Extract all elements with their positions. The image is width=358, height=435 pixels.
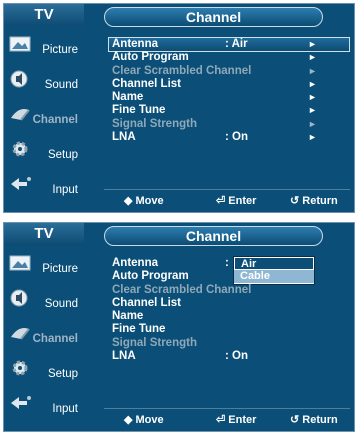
sidebar: Picture Sound Channel Setup Input <box>4 249 84 424</box>
sidebar-item-label: Sound <box>44 79 78 91</box>
tv-header: TV <box>4 223 84 245</box>
arrow-right-icon: ► <box>308 105 317 116</box>
channel-menu: Antenna : Air Cable Auto Program Clear S… <box>109 256 349 363</box>
sidebar-item-picture[interactable]: Picture <box>4 249 84 284</box>
menu-item-channel-list[interactable]: Channel List <box>109 297 349 310</box>
sound-icon <box>10 289 28 307</box>
menu-title: Channel <box>104 7 323 27</box>
enter-hint: ⏎ Enter <box>216 414 257 426</box>
menu-item-clear-scrambled-channel[interactable]: Clear Scrambled Channel <box>109 284 349 297</box>
sidebar-item-label: Picture <box>42 263 78 275</box>
input-icon <box>11 177 31 190</box>
picture-icon <box>9 255 31 271</box>
picture-icon <box>9 36 31 52</box>
sidebar-item-label: Picture <box>42 44 78 56</box>
osd-panel-top: TV Channel Picture Sound Channel Setup I… <box>3 3 355 213</box>
arrow-right-icon: ► <box>308 78 317 89</box>
menu-item-signal-strength[interactable]: Signal Strength ► <box>109 118 349 131</box>
sound-icon <box>10 70 28 88</box>
footer-hints: ◆ Move ⏎ Enter ↺ Return <box>104 408 350 427</box>
input-icon <box>11 396 31 409</box>
arrow-right-icon: ► <box>308 39 317 49</box>
arrow-right-icon: ► <box>308 132 317 143</box>
setup-icon <box>12 360 28 376</box>
sidebar-item-setup[interactable]: Setup <box>4 135 84 170</box>
menu-title: Channel <box>104 226 323 246</box>
dropdown-option-air[interactable]: Air <box>234 257 314 270</box>
arrow-right-icon: ► <box>308 52 317 63</box>
arrow-right-icon: ► <box>308 118 317 129</box>
menu-item-lna[interactable]: LNA : On ► <box>109 131 349 144</box>
setup-icon <box>12 141 28 157</box>
enter-hint: ⏎ Enter <box>216 195 257 207</box>
arrow-right-icon: ► <box>308 92 317 103</box>
menu-item-name[interactable]: Name ► <box>109 91 349 104</box>
sidebar-item-channel[interactable]: Channel <box>4 100 84 135</box>
menu-item-name[interactable]: Name <box>109 310 349 323</box>
menu-item-signal-strength[interactable]: Signal Strength <box>109 337 349 350</box>
sidebar-item-sound[interactable]: Sound <box>4 65 84 100</box>
osd-panel-bottom: TV Channel Picture Sound Channel Setup I… <box>3 222 355 432</box>
menu-item-fine-tune[interactable]: Fine Tune <box>109 323 349 336</box>
channel-icon <box>11 109 30 121</box>
sidebar-item-channel[interactable]: Channel <box>4 319 84 354</box>
move-hint: ◆ Move <box>124 195 164 207</box>
menu-item-auto-program[interactable]: Auto Program <box>109 270 349 283</box>
sidebar-item-setup[interactable]: Setup <box>4 354 84 389</box>
sidebar-item-label: Setup <box>47 368 78 380</box>
sidebar-item-label: Input <box>52 403 78 415</box>
sidebar-item-label: Input <box>52 184 78 196</box>
menu-item-antenna[interactable]: Antenna : Air Cable <box>109 256 349 285</box>
move-hint: ◆ Move <box>124 414 164 426</box>
menu-item-fine-tune[interactable]: Fine Tune ► <box>109 104 349 117</box>
sidebar-item-picture[interactable]: Picture <box>4 30 84 65</box>
sidebar-item-input[interactable]: Input <box>4 170 84 205</box>
return-hint: ↺ Return <box>290 195 338 207</box>
return-hint: ↺ Return <box>290 414 338 426</box>
footer-hints: ◆ Move ⏎ Enter ↺ Return <box>104 189 350 208</box>
channel-menu: Antenna : Air ► Auto Program ► Clear Scr… <box>108 36 350 144</box>
sidebar-item-sound[interactable]: Sound <box>4 284 84 319</box>
menu-item-lna[interactable]: LNA : On <box>109 350 349 363</box>
sidebar-item-label: Channel <box>32 333 78 345</box>
channel-icon <box>11 328 30 340</box>
sidebar-item-label: Sound <box>44 298 78 310</box>
menu-item-channel-list[interactable]: Channel List ► <box>109 78 349 91</box>
menu-item-auto-program[interactable]: Auto Program ► <box>109 51 349 64</box>
sidebar-item-input[interactable]: Input <box>4 389 84 424</box>
menu-item-antenna[interactable]: Antenna : Air ► <box>108 36 350 53</box>
arrow-right-icon: ► <box>308 65 317 76</box>
sidebar-item-label: Setup <box>47 149 78 161</box>
tv-header: TV <box>4 4 84 26</box>
sidebar-item-label: Channel <box>32 114 78 126</box>
menu-item-clear-scrambled-channel[interactable]: Clear Scrambled Channel ► <box>109 65 349 78</box>
sidebar: Picture Sound Channel Setup Input <box>4 30 84 205</box>
